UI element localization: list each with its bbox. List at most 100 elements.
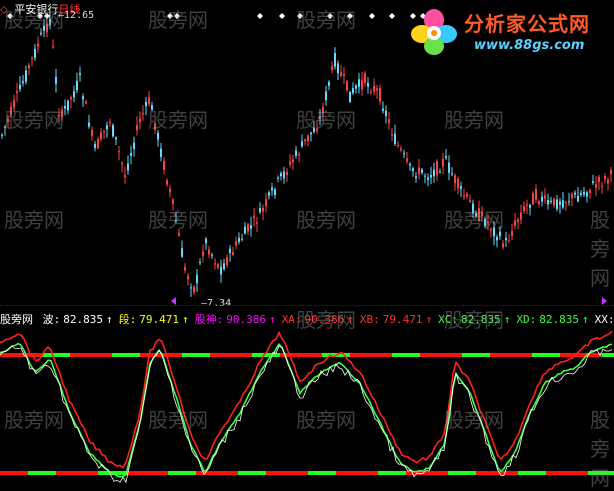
candle-body <box>283 171 285 179</box>
signal-band-segment <box>448 471 462 475</box>
signal-band-segment <box>378 471 392 475</box>
site-logo[interactable]: 分析家公式网 www.88gs.com <box>408 4 608 62</box>
candle-body <box>466 194 468 197</box>
candle-body <box>403 153 405 155</box>
marker-left-icon <box>171 297 176 305</box>
candle-body <box>76 80 78 91</box>
candle-body <box>49 19 51 25</box>
signal-band-segment <box>308 471 322 475</box>
candle-body <box>85 101 87 104</box>
candle-body <box>151 105 153 110</box>
candle-body <box>271 187 273 191</box>
candle-body <box>610 169 612 175</box>
oscillator-chart[interactable] <box>0 310 614 490</box>
candle-body <box>46 23 48 33</box>
candle-body <box>436 161 438 175</box>
candle-body <box>310 132 312 135</box>
candle-body <box>331 66 333 71</box>
candle-body <box>175 219 177 222</box>
candle-body <box>208 249 210 255</box>
candle-body <box>571 193 573 198</box>
signal-band-segment <box>84 471 98 475</box>
logo-url[interactable]: www.88gs.com <box>474 38 584 53</box>
candle-body <box>241 238 243 240</box>
candle-body <box>22 81 24 84</box>
candle-body <box>358 79 360 87</box>
candle-body <box>577 195 579 202</box>
candle-body <box>223 263 225 270</box>
candle-body <box>553 198 555 206</box>
candle-body <box>544 195 546 199</box>
candle-body <box>28 65 30 69</box>
indicator-panel[interactable] <box>0 310 614 490</box>
candle-body <box>541 196 543 202</box>
signal-band-segment <box>280 353 294 357</box>
candle-body <box>121 162 123 165</box>
signal-band-segment <box>532 471 546 475</box>
candle-body <box>61 109 63 117</box>
candle-body <box>229 248 231 253</box>
panel-divider[interactable] <box>0 305 614 306</box>
diamond-icon <box>389 13 395 19</box>
signal-band-segment <box>294 471 308 475</box>
candle-body <box>562 200 564 208</box>
candle-body <box>148 97 150 105</box>
stock-name: 平安银行 <box>14 3 59 16</box>
marker-right-icon <box>602 297 607 305</box>
candle-body <box>100 132 102 140</box>
candle-body <box>433 169 435 177</box>
signal-band-segment <box>378 353 392 357</box>
candle-body <box>580 193 582 195</box>
candle-body <box>574 192 576 195</box>
candle-body <box>448 162 450 173</box>
candle-body <box>334 53 336 67</box>
candle-body <box>142 113 144 115</box>
candle-body <box>160 148 162 158</box>
candle-body <box>568 201 570 203</box>
candle-body <box>379 88 381 102</box>
candle-body <box>34 48 36 58</box>
signal-band-segment <box>280 471 294 475</box>
candle-body <box>250 225 252 229</box>
signal-band-segment <box>224 353 238 357</box>
candle-body <box>259 208 261 213</box>
candle-body <box>328 81 330 86</box>
candle-body <box>418 167 420 175</box>
candle-body <box>415 176 417 178</box>
logo-text: 分析家公式网 <box>464 12 590 36</box>
signal-band-segment <box>392 471 406 475</box>
candle-body <box>343 74 345 76</box>
candle-body <box>298 154 300 156</box>
signal-band-segment <box>14 471 28 475</box>
candle-body <box>145 101 147 107</box>
signal-band-segment <box>238 353 252 357</box>
candle-body <box>301 141 303 147</box>
candle-body <box>322 106 324 114</box>
price-panel[interactable]: ⬦ 平安银行日线 ←12.65 —7.34 分析家公式网 www.88gs.co… <box>0 0 614 309</box>
signal-band-segment <box>602 353 614 357</box>
signal-band-segment <box>126 353 140 357</box>
chart-window[interactable]: ⬦ 平安银行日线 ←12.65 —7.34 分析家公式网 www.88gs.co… <box>0 0 614 490</box>
candle-body <box>529 204 531 208</box>
candle-body <box>367 83 369 87</box>
candle-body <box>406 158 408 162</box>
candle-body <box>25 70 27 82</box>
candle-body <box>487 221 489 224</box>
candle-body <box>157 132 159 140</box>
candle-body <box>520 212 522 220</box>
candle-body <box>385 110 387 116</box>
candle-body <box>604 175 606 180</box>
candle-body <box>337 63 339 74</box>
candle-body <box>526 204 528 206</box>
candle-body <box>115 137 117 140</box>
signal-band-segment <box>602 471 614 475</box>
candle-body <box>409 163 411 166</box>
signal-band-segment <box>322 471 336 475</box>
candle-body <box>370 91 372 93</box>
candle-body <box>52 46 54 48</box>
candle-body <box>190 287 192 289</box>
signal-band-segment <box>266 471 280 475</box>
candle-body <box>31 57 33 59</box>
signal-band-segment <box>476 471 490 475</box>
candle-body <box>247 224 249 232</box>
